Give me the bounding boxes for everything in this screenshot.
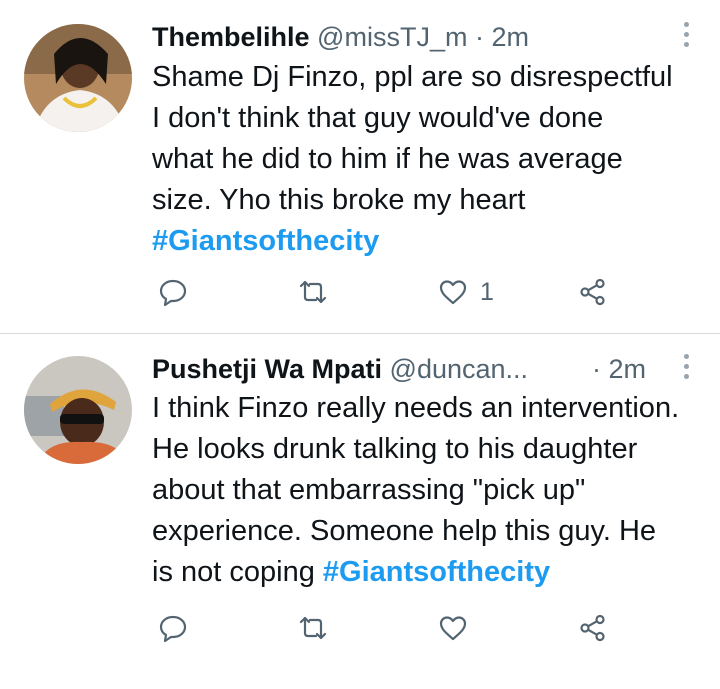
tweet[interactable]: Pushetji Wa Mpati @duncan... · 2m I thin…: [0, 334, 720, 689]
tweet-text-line: what he did to him if he was average: [152, 143, 623, 175]
tweet-text-line: I think Finzo really needs an interventi…: [152, 392, 680, 424]
share-button[interactable]: [578, 608, 608, 648]
reply-button[interactable]: [158, 272, 200, 312]
tweet[interactable]: Thembelihle @missTJ_m · 2m Shame Dj Finz…: [0, 0, 720, 333]
retweet-icon: [299, 616, 327, 640]
tweet-actions: [152, 608, 632, 648]
tweet-actions: 1: [152, 272, 632, 312]
tweet-text: Shame Dj Finzo, ppl are so disrespectful…: [152, 57, 697, 262]
like-button[interactable]: [438, 608, 480, 648]
hashtag-link[interactable]: #Giantsofthecity: [323, 556, 550, 588]
like-count: 1: [480, 277, 494, 306]
retweet-button[interactable]: [298, 608, 340, 648]
display-name[interactable]: Thembelihle: [152, 22, 310, 52]
display-name[interactable]: Pushetji Wa Mpati: [152, 354, 382, 384]
timestamp[interactable]: 2m: [491, 22, 529, 52]
retweet-icon: [299, 280, 327, 304]
heart-icon: [439, 616, 467, 641]
separator-dot: ·: [474, 22, 484, 52]
avatar[interactable]: [24, 356, 132, 464]
tweet-feed: Thembelihle @missTJ_m · 2m Shame Dj Finz…: [0, 0, 720, 689]
timestamp[interactable]: 2m: [609, 354, 647, 384]
tweet-text: I think Finzo really needs an interventi…: [152, 388, 697, 593]
tweet-text-line: Shame Dj Finzo, ppl are so disrespectful: [152, 61, 673, 93]
reply-button[interactable]: [158, 608, 200, 648]
separator-dot: ·: [592, 354, 601, 384]
share-button[interactable]: [578, 272, 608, 312]
more-vertical-icon[interactable]: [684, 354, 690, 382]
tweet-text-line: about that embarrassing "pick up": [152, 474, 586, 506]
tweet-text-line: experience. Someone help this guy. He: [152, 515, 657, 547]
retweet-button[interactable]: [298, 272, 340, 312]
tweet-header: Pushetji Wa Mpati @duncan... · 2m: [152, 352, 660, 386]
user-handle[interactable]: @missTJ_m: [317, 22, 467, 52]
hashtag-link[interactable]: #Giantsofthecity: [152, 225, 379, 257]
tweet-header: Thembelihle @missTJ_m · 2m: [152, 20, 660, 54]
share-icon: [580, 614, 605, 642]
tweet-text-line: is not coping: [152, 556, 323, 588]
tweet-text-line: I don't think that guy would've done: [152, 102, 604, 134]
more-vertical-icon[interactable]: [684, 22, 690, 50]
like-button[interactable]: 1: [438, 272, 494, 312]
user-handle[interactable]: @duncan...: [390, 354, 529, 384]
speech-bubble-icon: [159, 615, 187, 643]
speech-bubble-icon: [159, 279, 187, 307]
share-icon: [580, 278, 605, 306]
tweet-text-line: size. Yho this broke my heart: [152, 184, 526, 216]
heart-icon: [439, 280, 467, 305]
avatar[interactable]: [24, 24, 132, 132]
tweet-text-line: He looks drunk talking to his daughter: [152, 433, 638, 465]
